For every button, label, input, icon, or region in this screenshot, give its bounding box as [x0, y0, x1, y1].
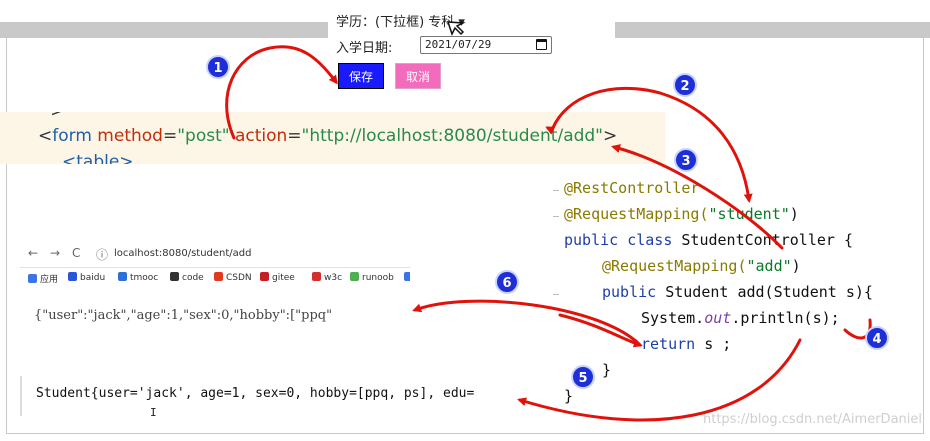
arrow-cursor	[446, 21, 466, 36]
svg-text:3: 3	[681, 154, 690, 169]
step-badge-4: 4	[865, 326, 889, 350]
flow-arrows: 1 2 3 4 5 6	[206, 21, 889, 422]
step-badge-3: 3	[674, 148, 698, 172]
svg-text:2: 2	[680, 79, 689, 94]
step-badge-1: 1	[206, 55, 230, 79]
arrow-2-action-to-controller	[550, 86, 753, 203]
arrow-2-action-start	[545, 126, 556, 135]
arrow-6-head-right	[558, 313, 643, 348]
arrow-6-return-to-json	[412, 299, 642, 347]
step-badge-5: 5	[571, 365, 595, 389]
step-badge-6: 6	[495, 270, 519, 294]
step-badge-2: 2	[673, 73, 697, 97]
arrow-1-button-to-form	[225, 45, 338, 140]
arrow-5-println-to-console	[517, 338, 802, 422]
svg-text:5: 5	[578, 371, 587, 386]
diagram-canvas: 学历：(下拉框) 专科 ▾ 入学日期: 2021/07/29 保存 取消 -->…	[0, 0, 930, 441]
svg-text:1: 1	[213, 61, 222, 76]
arrow-3-mapping-to-action	[611, 144, 784, 250]
svg-text:6: 6	[502, 276, 511, 291]
svg-text:4: 4	[872, 332, 881, 347]
